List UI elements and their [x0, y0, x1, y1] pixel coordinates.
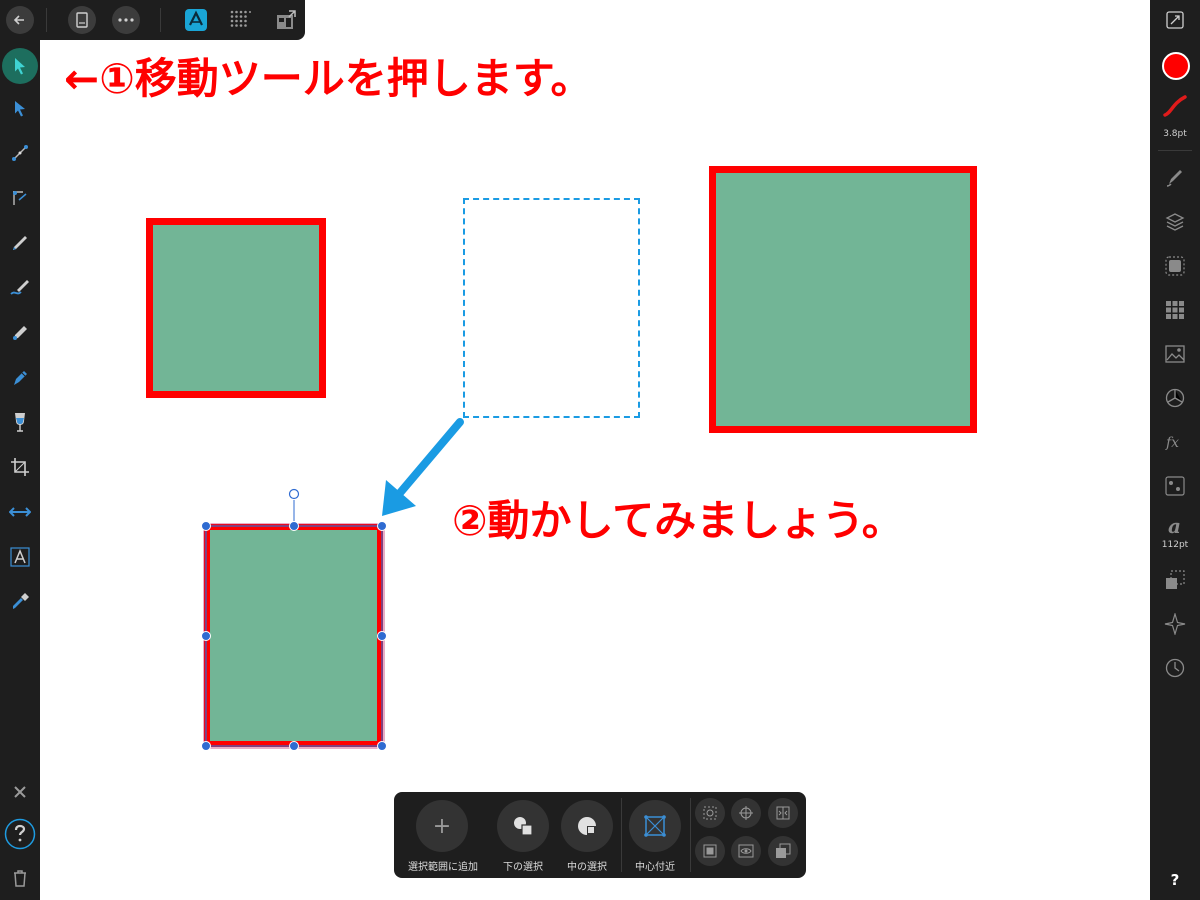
studio-divider: [1158, 150, 1192, 151]
close-icon[interactable]: [4, 776, 36, 808]
fx-icon[interactable]: fx: [1163, 430, 1187, 454]
export-persona-icon[interactable]: [272, 6, 300, 34]
preview-eye-icon[interactable]: [731, 836, 761, 866]
select-inside-button[interactable]: [561, 800, 613, 852]
view-tool-icon[interactable]: [4, 496, 36, 528]
text-size-label: 112pt: [1161, 540, 1189, 550]
near-center-label: 中心付近: [635, 862, 675, 873]
transparency-tool-icon[interactable]: [4, 406, 36, 438]
stroke-width-label: 3.8pt: [1163, 129, 1187, 139]
square-shape-left[interactable]: [146, 218, 326, 398]
paint-brush-icon[interactable]: [4, 362, 36, 394]
select-inside-icon: [578, 817, 596, 835]
history-icon[interactable]: [1163, 656, 1187, 680]
handle-top-left[interactable]: [201, 521, 211, 531]
stock-images-icon[interactable]: [1163, 342, 1187, 366]
move-tool-icon[interactable]: [2, 48, 38, 84]
select-below-button[interactable]: [497, 800, 549, 852]
eyedropper-icon[interactable]: [4, 586, 36, 618]
toolbar-divider: [160, 8, 161, 32]
help-button[interactable]: ?: [1163, 868, 1187, 892]
text-tool-icon[interactable]: [4, 541, 36, 573]
bounding-box-icon[interactable]: [695, 836, 725, 866]
context-toolbar: + 選択範囲に追加 下の選択 中の選択 中心付近: [394, 792, 806, 878]
arrange-icon[interactable]: [768, 836, 798, 866]
crop-tool-icon[interactable]: [4, 451, 36, 483]
designer-persona-icon[interactable]: [182, 6, 210, 34]
handle-middle-right[interactable]: [377, 631, 387, 641]
color-wheel-icon[interactable]: [1163, 386, 1187, 410]
vector-brush-icon[interactable]: [4, 272, 36, 304]
handle-top-right[interactable]: [377, 521, 387, 531]
handle-bottom-center[interactable]: [289, 741, 299, 751]
svg-text:fx: fx: [1165, 435, 1179, 451]
help-snapping-icon[interactable]: [4, 818, 36, 850]
corner-tool-icon[interactable]: [4, 182, 36, 214]
pencil-tool-icon[interactable]: [4, 227, 36, 259]
align-center-icon[interactable]: [768, 798, 798, 828]
color-swatch[interactable]: [1162, 52, 1190, 80]
navigator-icon[interactable]: [1163, 612, 1187, 636]
crosshair-icon[interactable]: [731, 798, 761, 828]
original-position-outline: [463, 198, 640, 418]
annotation-step2: ②動かしてみましょう。: [452, 496, 904, 545]
stroke-icon[interactable]: [1163, 94, 1187, 118]
toolbar-divider: [46, 8, 47, 32]
svg-text:a: a: [1168, 515, 1181, 537]
fill-tool-icon[interactable]: [4, 317, 36, 349]
plus-icon: +: [432, 813, 452, 839]
trash-icon[interactable]: [4, 862, 36, 894]
back-arrow-icon[interactable]: [6, 6, 34, 34]
main-toolbar: [0, 0, 305, 40]
constraints-icon[interactable]: [1163, 568, 1187, 592]
handle-bottom-left[interactable]: [201, 741, 211, 751]
pixel-persona-icon[interactable]: [226, 6, 254, 34]
handle-bottom-right[interactable]: [377, 741, 387, 751]
near-center-icon: [644, 815, 666, 837]
select-inside-label: 中の選択: [567, 862, 607, 873]
select-below-label: 下の選択: [503, 862, 543, 873]
swatches-icon[interactable]: [1163, 298, 1187, 322]
appearance-icon[interactable]: [1163, 254, 1187, 278]
square-shape-large[interactable]: [709, 166, 977, 433]
fullscreen-icon[interactable]: [1163, 8, 1187, 32]
context-divider: [690, 798, 691, 872]
add-to-selection-button[interactable]: +: [416, 800, 468, 852]
document-icon[interactable]: [68, 6, 96, 34]
tools-panel: [0, 40, 40, 900]
studio-panel: 3.8pt fx a 112pt ?: [1150, 0, 1200, 900]
annotation-step1: ←①移動ツールを押します。: [64, 54, 593, 103]
handle-top-center[interactable]: [289, 521, 299, 531]
layers-icon[interactable]: [1163, 210, 1187, 234]
snap-rotate-icon[interactable]: [695, 798, 725, 828]
handle-middle-left[interactable]: [201, 631, 211, 641]
more-icon[interactable]: [112, 6, 140, 34]
add-to-selection-label: 選択範囲に追加: [408, 862, 478, 873]
node-tool-icon[interactable]: [4, 92, 36, 124]
brushes-icon[interactable]: [1163, 165, 1187, 189]
select-below-icon: [514, 817, 533, 836]
text-style-icon[interactable]: a: [1163, 514, 1187, 538]
pen-tool-icon[interactable]: [4, 137, 36, 169]
transform-icon[interactable]: [1163, 474, 1187, 498]
near-center-button[interactable]: [629, 800, 681, 852]
